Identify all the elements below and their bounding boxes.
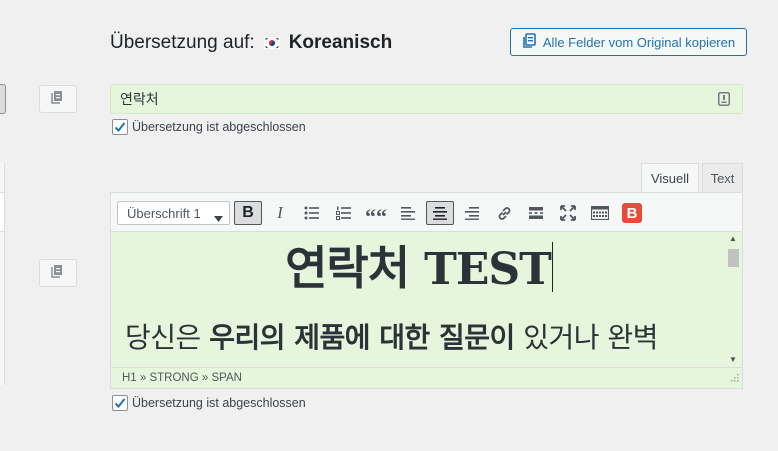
fullscreen-icon: [560, 205, 576, 221]
content-editor-area[interactable]: 연락처 TEST 당신은 우리의 제품에 대한 질문이 있거나 완벽 ▲ ▼: [110, 232, 743, 367]
scroll-up-arrow-icon[interactable]: ▲: [729, 234, 737, 243]
title-completed-label: Übersetzung ist abgeschlossen: [132, 120, 306, 134]
title-completed-row[interactable]: Übersetzung ist abgeschlossen: [112, 118, 306, 136]
field-status-icon: [718, 92, 730, 109]
korea-flag-icon: [263, 34, 281, 52]
editor-toolbar: Überschrift 1 B I ““ B: [110, 192, 743, 232]
read-more-icon: [529, 207, 543, 219]
content-completed-checkbox[interactable]: [112, 395, 128, 411]
original-field-edge: [0, 84, 6, 114]
format-select[interactable]: Überschrift 1: [117, 201, 230, 225]
content-completed-label: Übersetzung ist abgeschlossen: [132, 396, 306, 410]
copy-icon: [51, 263, 65, 283]
content-paragraph-end: 있거나 완벽: [514, 321, 658, 354]
copy-icon: [51, 89, 65, 109]
scrollbar-thumb[interactable]: [728, 249, 739, 267]
resize-handle-icon[interactable]: [731, 373, 739, 385]
italic-button[interactable]: I: [266, 201, 294, 225]
tab-text[interactable]: Text: [702, 163, 743, 192]
read-more-button[interactable]: [522, 201, 550, 225]
copy-all-fields-button[interactable]: Alle Felder vom Original kopieren: [510, 28, 747, 56]
numbered-list-button[interactable]: [330, 201, 358, 225]
text-cursor: [551, 242, 553, 292]
content-heading: 연락처 TEST: [111, 238, 727, 300]
bold-icon: B: [242, 204, 254, 221]
insert-link-button[interactable]: [490, 201, 518, 225]
bricks-builder-icon: B: [622, 203, 642, 223]
content-paragraph-start: 당신은: [125, 321, 210, 354]
align-center-button[interactable]: [426, 201, 454, 225]
translation-heading-label: Übersetzung auf:: [110, 32, 255, 53]
editor-statusbar: H1 » STRONG » SPAN: [110, 367, 743, 389]
target-language: Koreanisch: [288, 32, 393, 53]
tab-visual[interactable]: Visuell: [641, 163, 699, 192]
blockquote-button[interactable]: ““: [362, 201, 390, 229]
bold-button[interactable]: B: [234, 201, 262, 225]
align-left-icon: [401, 207, 415, 220]
copy-icon: [522, 32, 536, 52]
original-toolbar-edge: [0, 192, 5, 232]
content-heading-latin: TEST: [424, 244, 552, 295]
content-heading-korean: 연락처: [285, 241, 410, 295]
fullscreen-button[interactable]: [554, 201, 582, 225]
copy-title-button[interactable]: [39, 85, 77, 113]
scroll-down-arrow-icon[interactable]: ▼: [729, 355, 737, 364]
bricks-builder-button[interactable]: B: [618, 201, 646, 225]
format-select-value: Überschrift 1: [127, 205, 201, 221]
align-right-icon: [465, 207, 479, 220]
align-right-button[interactable]: [458, 201, 486, 225]
content-paragraph: 당신은 우리의 제품에 대한 질문이 있거나 완벽: [125, 320, 735, 356]
translation-heading: Übersetzung auf: Koreanisch: [110, 30, 392, 56]
bullet-list-button[interactable]: [298, 201, 326, 225]
align-left-button[interactable]: [394, 201, 422, 225]
blockquote-icon: ““: [365, 204, 387, 229]
title-translation-input[interactable]: 연락처: [110, 84, 743, 114]
chevron-down-icon: [214, 210, 223, 225]
toolbar-toggle-button[interactable]: [586, 201, 614, 225]
content-completed-row[interactable]: Übersetzung ist abgeschlossen: [112, 394, 306, 412]
link-icon: [498, 206, 510, 220]
align-center-icon: [433, 207, 447, 220]
title-translation-value: 연락처: [120, 91, 159, 107]
element-path: H1 » STRONG » SPAN: [122, 372, 242, 384]
content-paragraph-strong: 우리의 제품에 대한 질문이: [209, 321, 515, 354]
toolbar-toggle-icon: [591, 206, 609, 220]
editor-scrollbar[interactable]: ▲ ▼: [725, 232, 742, 367]
bullet-list-icon: [304, 206, 319, 220]
copy-content-button[interactable]: [39, 259, 77, 287]
numbered-list-icon: [336, 206, 351, 220]
copy-all-fields-label: Alle Felder vom Original kopieren: [542, 34, 736, 50]
italic-icon: I: [277, 203, 283, 222]
title-completed-checkbox[interactable]: [112, 119, 128, 135]
